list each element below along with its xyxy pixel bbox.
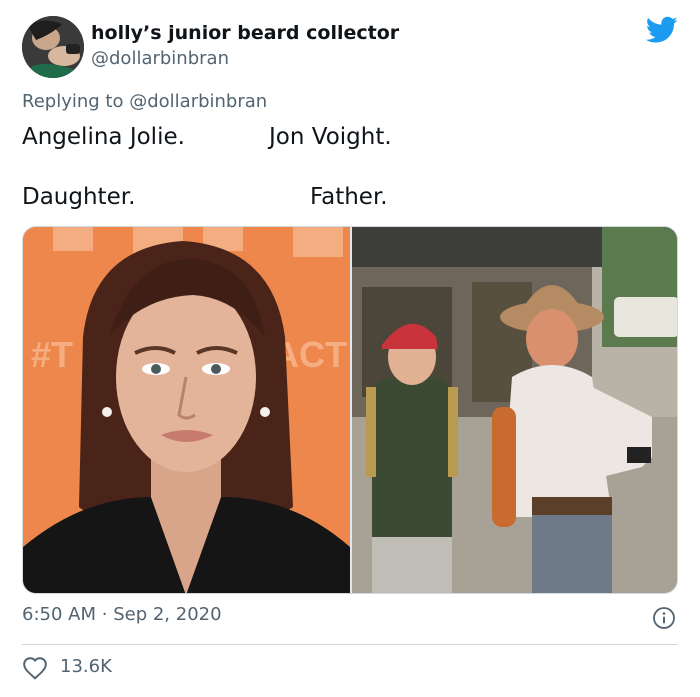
like-count[interactable]: 13.6K bbox=[60, 656, 112, 677]
tweet-text-right-line1: Jon Voight. bbox=[269, 124, 392, 150]
user-handle[interactable]: @dollarbinbran bbox=[91, 48, 229, 69]
display-name[interactable]: holly’s junior beard collector bbox=[91, 22, 399, 44]
divider bbox=[22, 644, 678, 645]
tweet-text-left-line1: Angelina Jolie. bbox=[22, 124, 185, 150]
tweet-text-left-line2: Daughter. bbox=[22, 184, 136, 210]
avatar-image bbox=[22, 16, 84, 78]
twitter-bird-icon[interactable] bbox=[645, 16, 678, 44]
media-grid: #T ACT bbox=[22, 226, 678, 594]
backdrop-text-left: #T bbox=[31, 334, 73, 375]
avatar[interactable] bbox=[22, 16, 84, 78]
replying-to-handle-link[interactable]: @dollarbinbran bbox=[129, 91, 267, 112]
tweet-time: 6:50 AM bbox=[22, 604, 96, 625]
photo-angelina-jolie[interactable]: #T ACT bbox=[23, 227, 350, 593]
heart-icon[interactable] bbox=[22, 656, 48, 680]
tweet-text-right-line2: Father. bbox=[310, 184, 388, 210]
tweet-timestamp[interactable]: 6:50 AM · Sep 2, 2020 bbox=[22, 604, 222, 625]
replying-prefix: Replying to bbox=[22, 91, 124, 112]
tweet-date: Sep 2, 2020 bbox=[113, 604, 222, 625]
replying-to: Replying to @dollarbinbran bbox=[22, 91, 267, 112]
photo-jon-voight[interactable] bbox=[352, 227, 677, 593]
meta-separator: · bbox=[101, 604, 108, 625]
info-icon[interactable] bbox=[652, 606, 676, 630]
